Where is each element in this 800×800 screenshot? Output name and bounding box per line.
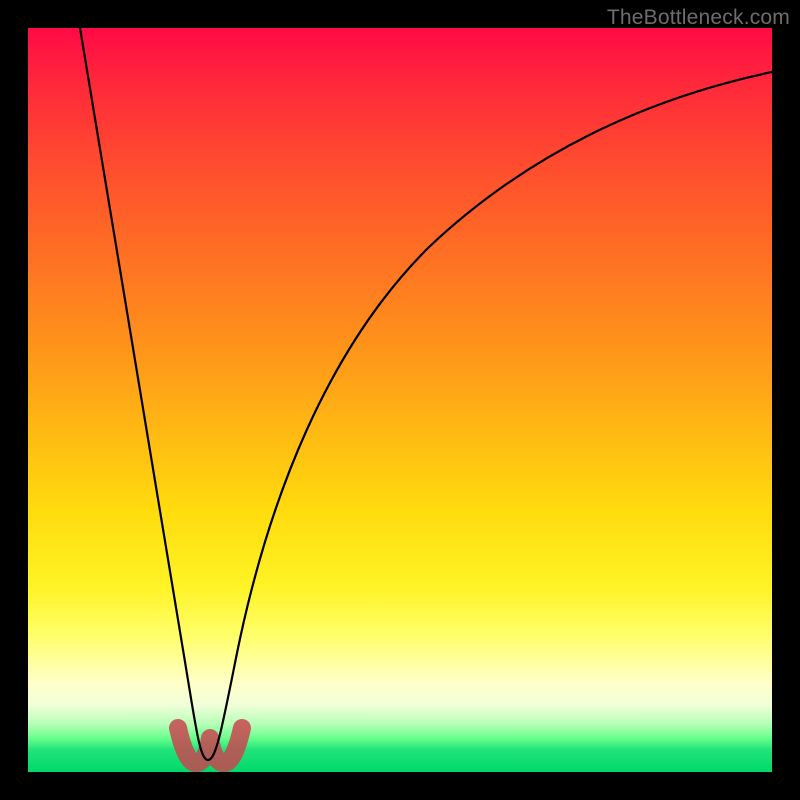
curve-svg xyxy=(28,28,772,772)
optimum-lobes xyxy=(178,728,242,763)
watermark-text: TheBottleneck.com xyxy=(607,6,790,30)
bottleneck-curve xyxy=(80,28,772,760)
chart-frame: TheBottleneck.com xyxy=(0,0,800,800)
plot-area xyxy=(28,28,772,772)
